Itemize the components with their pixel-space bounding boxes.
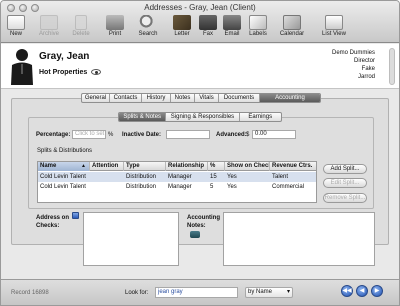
column-revenue-ctrs[interactable]: Revenue Ctrs. — [270, 162, 316, 171]
table-row[interactable]: Cold Levin Talent Distribution Manager 1… — [38, 172, 316, 182]
new-icon — [7, 15, 25, 30]
archive-button[interactable]: Archive — [37, 15, 61, 43]
tab-notes[interactable]: Notes — [171, 94, 195, 102]
percentage-label: Percentage: — [36, 132, 71, 138]
contact-header: Gray, Jean Hot Properties Demo Dummies D… — [1, 44, 399, 89]
column-name[interactable]: Name ▲ — [38, 162, 90, 171]
delete-icon — [75, 15, 87, 30]
search-by-select[interactable]: by Name ▾ — [245, 287, 293, 298]
title-bar: Addresses - Gray, Jean (Client) New Arch… — [1, 1, 399, 43]
advanced-currency: $ — [246, 132, 250, 138]
fax-button[interactable]: Fax — [197, 15, 219, 43]
list-view-icon — [325, 15, 343, 30]
address-on-checks-label: Address on Checks: — [36, 215, 70, 229]
tab-documents[interactable]: Documents — [219, 94, 260, 102]
person-silhouette-icon — [11, 49, 33, 85]
tab-vitals[interactable]: Vitals — [195, 94, 219, 102]
address-on-checks-field[interactable] — [83, 212, 179, 266]
splits-distributions-label: Splits & Distributions — [37, 148, 93, 154]
calendar-icon — [283, 15, 301, 30]
labels-button[interactable]: Labels — [246, 15, 270, 43]
archive-icon — [40, 15, 58, 30]
inactive-date-label: Inactive Date: — [122, 132, 162, 138]
app-window: Addresses - Gray, Jean (Client) New Arch… — [0, 0, 400, 306]
column-percent[interactable]: % — [208, 162, 225, 171]
chevron-down-icon: ▾ — [286, 289, 290, 295]
window-title: Addresses - Gray, Jean (Client) — [144, 3, 256, 12]
previous-record-button[interactable]: ◀ — [356, 285, 368, 297]
inactive-date-field[interactable] — [166, 130, 210, 139]
tab-general[interactable]: General — [82, 94, 110, 102]
labels-icon — [249, 15, 267, 30]
column-show-on-check[interactable]: Show on Check — [225, 162, 270, 171]
first-record-button[interactable]: ◀◀ — [341, 285, 353, 297]
subtab-signing-responsibles[interactable]: Signing & Responsibles — [166, 113, 240, 121]
fax-icon — [199, 15, 217, 30]
table-row[interactable]: Cold Levin Talent Distribution Manager 5… — [38, 182, 316, 192]
advanced-field[interactable]: 0.00 — [252, 130, 296, 139]
company-block: Demo Dummies Director Fake Jarrod — [331, 50, 375, 80]
subtab-earnings[interactable]: Earnings — [240, 113, 281, 121]
delete-button[interactable]: Delete — [69, 15, 93, 43]
tab-contacts[interactable]: Contacts — [110, 94, 142, 102]
accounting-subtabs: Splits & Notes Signing & Responsibles Ea… — [118, 112, 282, 122]
letter-icon — [173, 15, 191, 30]
header-scrollbar[interactable] — [389, 48, 395, 85]
next-record-button[interactable]: ▶ — [371, 285, 383, 297]
hot-properties-label: Hot Properties — [39, 69, 88, 76]
main-tabs: General Contacts History Notes Vitals Do… — [81, 93, 321, 103]
search-button[interactable]: Search — [136, 15, 160, 43]
print-button[interactable]: Print — [104, 15, 126, 43]
table-header: Name ▲ Attention Type Relationship % Show… — [38, 162, 316, 171]
new-button[interactable]: New — [5, 15, 27, 43]
look-for-label: Look for: — [125, 290, 149, 296]
search-icon — [139, 15, 157, 30]
address-menu-icon[interactable] — [72, 212, 79, 219]
edit-split-button[interactable]: Edit Split... — [323, 178, 367, 188]
add-split-button[interactable]: Add Split... — [323, 164, 367, 174]
tab-history[interactable]: History — [142, 94, 171, 102]
email-icon — [223, 15, 241, 30]
column-attention[interactable]: Attention — [90, 162, 124, 171]
contact-name: Gray, Jean — [39, 51, 90, 62]
accounting-notes-field[interactable] — [223, 212, 375, 266]
percentage-unit: % — [108, 132, 114, 138]
calendar-button[interactable]: Calendar — [277, 15, 307, 43]
eye-icon[interactable] — [91, 69, 101, 75]
record-number: Record 16898 — [11, 290, 49, 296]
column-relationship[interactable]: Relationship — [166, 162, 208, 171]
subtab-splits-notes[interactable]: Splits & Notes — [119, 113, 167, 121]
remove-split-button[interactable]: Remove Split... — [323, 193, 367, 203]
letter-button[interactable]: Letter — [171, 15, 193, 43]
tab-accounting[interactable]: Accounting — [260, 94, 320, 102]
look-for-input[interactable]: jean gray — [155, 287, 238, 298]
percentage-field[interactable]: Click to set — [72, 130, 106, 139]
advanced-label: Advanced: — [216, 132, 247, 138]
email-button[interactable]: Email — [221, 15, 243, 43]
splits-table: Name ▲ Attention Type Relationship % Show… — [37, 161, 317, 203]
column-type[interactable]: Type — [124, 162, 166, 171]
print-icon — [106, 15, 124, 30]
camera-icon[interactable] — [190, 231, 200, 238]
list-view-button[interactable]: List View — [319, 15, 349, 43]
accounting-notes-label: Accounting Notes: — [187, 215, 220, 229]
